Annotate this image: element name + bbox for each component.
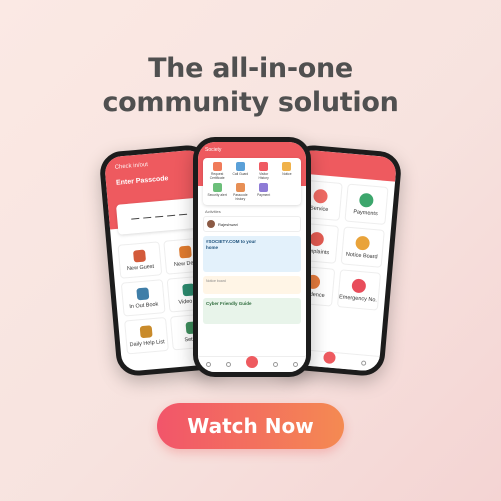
passcode-title: Enter Passcode bbox=[115, 175, 169, 187]
tile-emergency[interactable]: Emergency No. bbox=[336, 269, 382, 311]
nav-icon[interactable] bbox=[360, 360, 367, 366]
quick-action[interactable]: Payment bbox=[254, 183, 274, 201]
tile-daily-help[interactable]: Daily Help List bbox=[124, 316, 169, 355]
siren-icon bbox=[351, 277, 367, 294]
visitor-card[interactable]: Rajeshwari bbox=[203, 216, 301, 232]
search-icon[interactable] bbox=[225, 362, 231, 367]
society-label: Society bbox=[205, 147, 222, 153]
banner-text: #SOCIETY.COM to your home bbox=[206, 239, 257, 250]
quick-action[interactable]: Passcode history bbox=[230, 183, 250, 201]
avatar bbox=[207, 220, 215, 228]
add-icon[interactable] bbox=[245, 355, 258, 368]
quick-action-label: Notice bbox=[282, 172, 292, 176]
watch-now-button[interactable]: Watch Now bbox=[157, 403, 344, 449]
quick-action[interactable]: Security alert bbox=[207, 183, 227, 201]
certificate-icon bbox=[212, 162, 222, 171]
quick-action-label: Visitor History bbox=[258, 172, 269, 180]
book-icon bbox=[136, 286, 150, 300]
phone-icon bbox=[235, 162, 245, 171]
bottom-nav bbox=[198, 355, 306, 372]
header-label: Check in/out bbox=[114, 161, 149, 171]
payment-icon bbox=[359, 192, 375, 208]
phone-screen: Society Request Certificate Call Guard V… bbox=[198, 142, 306, 372]
notice-icon bbox=[282, 162, 292, 171]
delivery-icon bbox=[178, 245, 192, 259]
tile-label: Emergency No. bbox=[338, 293, 378, 304]
quick-action[interactable]: Visitor History bbox=[254, 162, 274, 180]
quick-action[interactable]: Request Certificate bbox=[207, 162, 227, 180]
visitor-name: Rajeshwari bbox=[218, 221, 238, 227]
quick-actions-card: Request Certificate Call Guard Visitor H… bbox=[203, 158, 301, 205]
headline: The all-in-one community solution bbox=[0, 52, 501, 120]
section-title: Activities bbox=[205, 209, 221, 214]
helper-icon bbox=[139, 324, 153, 338]
home-icon[interactable] bbox=[205, 362, 211, 367]
tile-in-out-book[interactable]: In Out Book bbox=[120, 279, 166, 317]
key-icon bbox=[235, 183, 245, 192]
quick-action[interactable]: Call Guard bbox=[230, 162, 250, 180]
headline-line-1: The all-in-one bbox=[148, 53, 353, 84]
notice-icon bbox=[355, 235, 371, 251]
guest-icon bbox=[132, 249, 146, 263]
quick-action-label: Passcode history bbox=[233, 193, 248, 201]
add-icon[interactable] bbox=[323, 350, 337, 364]
tile-label: Service bbox=[309, 204, 329, 213]
wallet-icon bbox=[259, 183, 269, 192]
quick-action[interactable]: Notice bbox=[277, 162, 297, 180]
tile-new-guest[interactable]: New Guest bbox=[117, 241, 163, 279]
tile-notice-board[interactable]: Notice Board bbox=[340, 226, 385, 268]
tile-label: In Out Book bbox=[129, 301, 159, 310]
quick-action-label: Request Certificate bbox=[209, 172, 225, 180]
banner-text: Cyber Friendly Guide bbox=[206, 301, 252, 306]
phone-mockup-society-app: Society Request Certificate Call Guard V… bbox=[193, 137, 311, 377]
notice-text: Notice board bbox=[206, 279, 226, 283]
complaint-icon bbox=[308, 230, 325, 247]
service-icon bbox=[312, 188, 328, 204]
tile-label: Notice Board bbox=[345, 251, 378, 260]
quick-action-label: Payment bbox=[257, 193, 271, 197]
notice-card[interactable]: Notice board bbox=[203, 276, 301, 294]
tile-label: Daily Help List bbox=[129, 338, 165, 348]
guide-banner[interactable]: Cyber Friendly Guide bbox=[203, 298, 301, 324]
tile-label: New Guest bbox=[126, 263, 155, 272]
community-icon[interactable] bbox=[273, 362, 279, 367]
promo-banner[interactable]: #SOCIETY.COM to your home bbox=[203, 236, 301, 272]
quick-action-label: Security alert bbox=[207, 193, 227, 197]
profile-icon[interactable] bbox=[293, 362, 299, 367]
alert-icon bbox=[212, 183, 222, 192]
tile-payments[interactable]: Payments bbox=[343, 183, 389, 225]
tile-label: Payments bbox=[353, 208, 378, 217]
history-icon bbox=[259, 162, 269, 171]
quick-action-label: Call Guard bbox=[232, 172, 249, 176]
headline-line-2: community solution bbox=[102, 87, 399, 118]
